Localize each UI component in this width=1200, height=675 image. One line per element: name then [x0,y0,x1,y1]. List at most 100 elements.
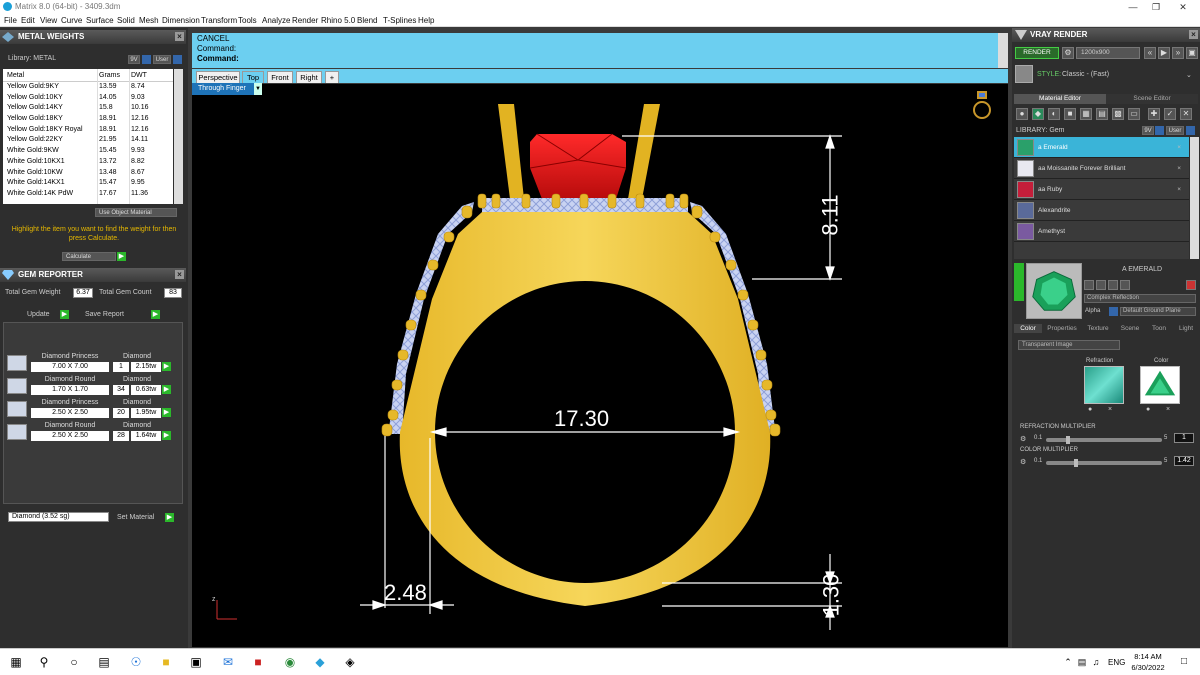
view-mode-chevron-icon[interactable]: ▼ [254,83,262,95]
layers-icon[interactable]: ▩ [1112,108,1124,120]
clock-date[interactable]: 6/30/2022 [1128,663,1168,672]
table-row[interactable]: White Gold:10KX1 13.72 8.82 [3,157,173,168]
use-object-material-select[interactable]: Use Object Material [95,208,177,217]
table-row[interactable]: White Gold:9KW 15.45 9.93 [3,146,173,157]
refraction-edit-icon[interactable]: ● [1088,406,1092,413]
play-icon[interactable]: ▶ [1158,47,1170,59]
gem-library-item[interactable]: aa Moissanite Forever Brilliant × [1014,158,1189,179]
menu-edit[interactable]: Edit [21,14,35,27]
gem-remove-icon[interactable]: × [1177,179,1181,200]
tab-add[interactable]: + [325,71,339,83]
tab-light[interactable]: Light [1174,324,1198,333]
preview-reset-icon[interactable] [1186,280,1196,290]
tab-scene[interactable]: Scene [1116,324,1144,333]
color-swatch[interactable] [1140,366,1180,404]
gem-library-item[interactable]: Alexandrite [1014,200,1189,221]
menu-blend[interactable]: Blend [357,14,377,27]
gem-remove-icon[interactable]: × [1177,137,1181,158]
gem-library-item[interactable]: aa Ruby × [1014,179,1189,200]
menu-render[interactable]: Render [292,14,318,27]
alpha-toggle[interactable] [1109,307,1118,316]
table-row[interactable]: Yellow Gold:9KY 13.59 8.74 [3,82,173,93]
set-material-button[interactable]: Set Material [117,514,154,521]
volume-icon[interactable]: ♫ [1088,654,1104,670]
save-report-button[interactable]: Save Report [85,311,124,318]
calculate-button[interactable]: Calculate [62,252,116,261]
tab-top[interactable]: Top [242,71,264,83]
gem-select-icon[interactable]: ▶ [162,431,171,440]
render-settings-icon[interactable]: ⚙ [1062,47,1074,59]
menu-curve[interactable]: Curve [61,14,82,27]
tab-right[interactable]: Right [296,71,322,83]
fullscreen-icon[interactable]: ▣ [1186,47,1198,59]
rhino-taskbar-icon[interactable]: ◈ [342,654,358,670]
edge-icon[interactable]: ☉ [128,654,144,670]
gem-library-item[interactable]: Amethyst [1014,221,1189,242]
color-clear-icon[interactable]: × [1166,406,1170,413]
preview-tool-1-icon[interactable] [1084,280,1094,290]
sphere-icon[interactable]: ◐ [1048,108,1060,120]
language-indicator[interactable]: ENG [1108,658,1125,667]
metal-library-sv-button[interactable]: 9V [128,55,140,64]
color-slider-knob[interactable] [1074,459,1078,467]
save-material-icon[interactable]: ✓ [1164,108,1176,120]
preview-tool-4-icon[interactable] [1120,280,1130,290]
gem-library-icon[interactable]: ◆ [1032,108,1044,120]
update-go-icon[interactable]: ▶ [60,310,69,319]
material-type-select[interactable]: Complex Reflection [1084,294,1196,303]
menu-rhino[interactable]: Rhino 5.0 [321,14,355,27]
menu-tsplines[interactable]: T-Splines [383,14,416,27]
gem-select-icon[interactable]: ▶ [162,385,171,394]
menu-solid[interactable]: Solid [117,14,135,27]
command-scrollbar[interactable] [998,33,1008,68]
ground-plane-select[interactable]: Default Ground Plane [1120,307,1196,316]
style-chevron-icon[interactable]: ⌄ [1186,71,1192,79]
gem-reporter-close-icon[interactable]: × [175,270,184,279]
color-edit-icon[interactable]: ● [1146,406,1150,413]
matrix-taskbar-icon[interactable]: ◆ [312,654,328,670]
file-explorer-icon[interactable]: ■ [158,654,174,670]
gem-library-user-button[interactable]: User [1166,126,1184,135]
search-icon[interactable]: ⚲ [36,654,52,670]
tab-texture[interactable]: Texture [1082,324,1114,333]
material-select[interactable]: Diamond (3.52 sg) [8,512,109,522]
metal-icon[interactable]: ■ [1064,108,1076,120]
gem-row[interactable]: Diamond Round 1.70 X 1.70 Diamond 34 0.63tw ▶ [5,376,183,396]
gem-row[interactable]: Diamond Princess 2.50 X 2.50 Diamond 20 1.95… [5,399,183,419]
store-icon[interactable]: ▣ [188,654,204,670]
prev-icon[interactable]: « [1144,47,1156,59]
chrome-icon[interactable]: ◉ [282,654,298,670]
table-row[interactable]: Yellow Gold:18KY Royal 18.91 12.16 [3,125,173,136]
gem-library-sv-toggle[interactable] [1155,126,1164,135]
viewport[interactable]: 8.11 17.30 2.48 1.30 z [192,84,1008,647]
app-icon[interactable]: ■ [250,654,266,670]
save-report-go-icon[interactable]: ▶ [151,310,160,319]
maximize-icon[interactable]: ❐ [1143,0,1169,14]
color-value[interactable]: 1.42 [1174,456,1194,466]
command-prompt[interactable]: Command: [197,54,239,63]
gem-select-icon[interactable]: ▶ [162,408,171,417]
color-slider[interactable] [1046,461,1162,465]
table-row[interactable]: Yellow Gold:10KY 14.05 9.03 [3,93,173,104]
tab-properties[interactable]: Properties [1044,324,1080,333]
metal-library-user-toggle[interactable] [173,55,182,64]
table-row[interactable]: White Gold:10KW 13.48 8.67 [3,168,173,179]
menu-tools[interactable]: Tools [238,14,257,27]
task-view-icon[interactable]: ▤ [96,654,112,670]
gem-remove-icon[interactable]: × [1177,158,1181,179]
add-material-icon[interactable]: ✚ [1148,108,1160,120]
update-button[interactable]: Update [27,311,50,318]
menu-help[interactable]: Help [418,14,434,27]
gem-row[interactable]: Diamond Round 2.50 X 2.50 Diamond 28 1.64tw ▶ [5,422,183,442]
menu-transform[interactable]: Transform [201,14,237,27]
mail-icon[interactable]: ✉ [220,654,236,670]
gem-library-sv-button[interactable]: 9V [1142,126,1154,135]
preview-expand-icon[interactable] [1014,263,1024,301]
menu-analyze[interactable]: Analyze [262,14,290,27]
table-row[interactable]: Yellow Gold:22KY 21.95 14.11 [3,135,173,146]
gem-library-item[interactable]: a Emerald × [1014,137,1189,158]
preview-tool-3-icon[interactable] [1108,280,1118,290]
next-icon[interactable]: » [1172,47,1184,59]
tab-front[interactable]: Front [267,71,293,83]
tab-scene-editor[interactable]: Scene Editor [1106,94,1198,104]
